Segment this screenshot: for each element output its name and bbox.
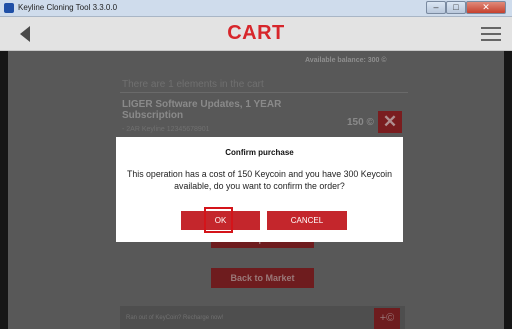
ok-highlight-box (204, 207, 233, 233)
cart-item-name: LIGER Software Updates, 1 YEAR Subscript… (122, 99, 282, 121)
cart-count-text: There are 1 elements in the cart (122, 79, 264, 90)
recharge-text: Ran out of KeyCoin? Recharge now! (126, 315, 224, 321)
recharge-button[interactable]: +© (374, 308, 400, 329)
app-icon (4, 3, 14, 13)
cart-item-serial: - 2AR Keyline 12345678901 (122, 126, 210, 133)
window-title: Keyline Cloning Tool 3.3.0.0 (18, 3, 118, 12)
cancel-label: CANCEL (290, 216, 324, 225)
cart-item-row: LIGER Software Updates, 1 YEAR Subscript… (120, 92, 408, 137)
confirm-purchase-dialog: Confirm purchase This operation has a co… (116, 137, 403, 242)
dialog-message: This operation has a cost of 150 Keycoin… (126, 169, 393, 191)
minimize-button[interactable]: – (426, 1, 446, 14)
side-border-right (504, 51, 512, 329)
maximize-button[interactable]: □ (446, 1, 466, 14)
app-header: CART (0, 17, 512, 51)
back-to-market-button[interactable]: Back to Market (211, 268, 314, 288)
remove-item-button[interactable]: ✕ (378, 111, 402, 133)
available-balance: Available balance: 300 © (305, 57, 387, 64)
remove-icon: ✕ (382, 112, 398, 131)
hamburger-menu-icon[interactable] (481, 27, 501, 41)
window-titlebar: Keyline Cloning Tool 3.3.0.0 – □ ✕ (0, 0, 512, 17)
back-to-market-label: Back to Market (230, 273, 295, 283)
recharge-banner: Ran out of KeyCoin? Recharge now! +© (120, 306, 405, 329)
maximize-icon: □ (453, 2, 459, 12)
page-title: CART (227, 22, 285, 44)
cancel-button[interactable]: CANCEL (267, 211, 347, 230)
keycoin-icon: +© (379, 312, 395, 324)
close-icon: ✕ (482, 2, 490, 12)
side-border-left (0, 51, 8, 329)
dialog-title: Confirm purchase (225, 148, 294, 157)
close-window-button[interactable]: ✕ (466, 1, 506, 14)
minimize-icon: – (433, 2, 439, 12)
cart-item-price: 150 © (347, 117, 374, 128)
